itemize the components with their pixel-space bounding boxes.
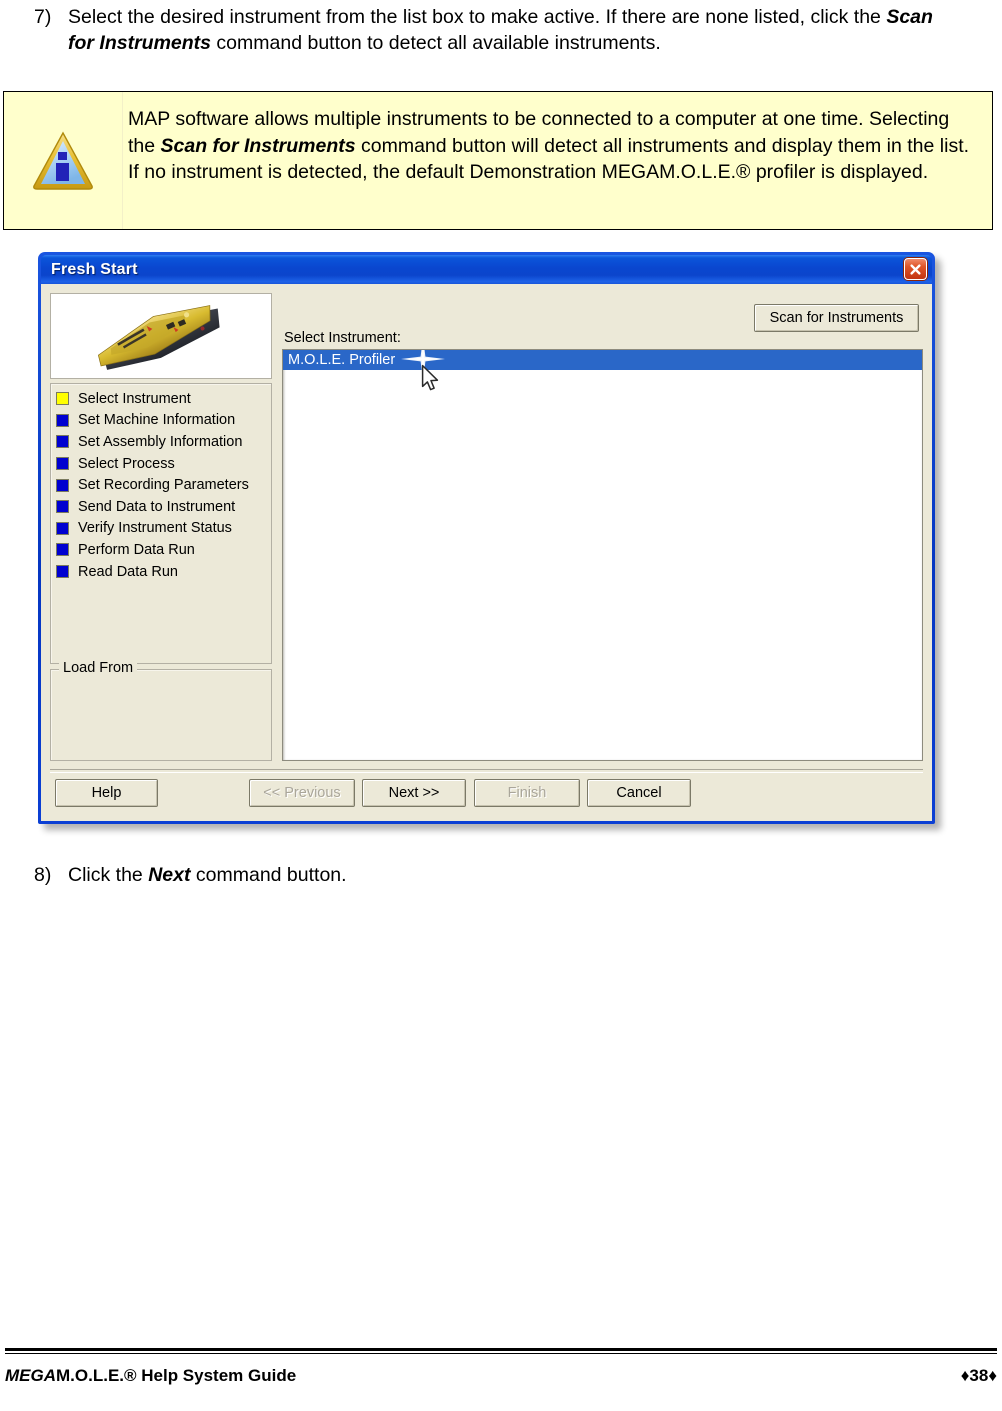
dialog-body: Select Instrument Set Machine Informatio… (41, 284, 932, 821)
dialog-button-bar: Help << Previous Next >> Finish Cancel (50, 773, 923, 813)
load-from-group: Load From (50, 660, 272, 761)
step-status-square (56, 435, 69, 449)
instrument-listbox[interactable]: M.O.L.E. Profiler (282, 349, 923, 761)
wizard-step-list[interactable]: Select Instrument Set Machine Informatio… (50, 383, 272, 664)
step-status-square (56, 521, 69, 535)
instrument-list-item[interactable]: M.O.L.E. Profiler (283, 350, 922, 370)
footer-title-italic: MEGA (5, 1366, 56, 1385)
wizard-step-item[interactable]: Perform Data Run (56, 539, 268, 561)
step-status-square (56, 392, 69, 406)
scan-row: Select Instrument: Scan for Instruments (282, 293, 923, 349)
step-7-text: Select the desired instrument from the l… (68, 4, 964, 56)
footer: MEGAM.O.L.E.® Help System Guide ♦38♦ (5, 1366, 997, 1386)
step-7-text-part1: Select the desired instrument from the l… (68, 6, 887, 28)
select-instrument-label: Select Instrument: (284, 330, 401, 346)
wizard-step-item[interactable]: Set Machine Information (56, 410, 268, 432)
wizard-step-item[interactable]: Verify Instrument Status (56, 518, 268, 540)
wizard-step-item[interactable]: Read Data Run (56, 561, 268, 583)
scan-for-instruments-button[interactable]: Scan for Instruments (754, 304, 919, 332)
document-page: 7) Select the desired instrument from th… (0, 0, 1002, 1411)
step-8-text-part1: Click the (68, 864, 149, 886)
dialog-main-area: Select Instrument Set Machine Informatio… (50, 293, 923, 761)
step-7-number: 7) (34, 6, 52, 28)
footer-title: MEGAM.O.L.E.® Help System Guide (5, 1366, 296, 1386)
note-icon-cell (4, 92, 123, 229)
step-status-square (56, 543, 69, 557)
footer-rule-thin (5, 1352, 997, 1354)
wizard-step-label: Set Assembly Information (78, 433, 243, 450)
wizard-step-label: Select Instrument (78, 390, 191, 407)
wizard-step-label: Set Recording Parameters (78, 477, 249, 494)
step-status-square (56, 413, 69, 427)
step-8-emphasis: Next (148, 864, 191, 886)
footer-page-number: ♦38♦ (960, 1366, 997, 1385)
step-7-text-part2: command button to detect all available i… (211, 32, 661, 54)
wizard-step-item[interactable]: Select Instrument (56, 388, 268, 410)
wizard-step-label: Verify Instrument Status (78, 520, 232, 537)
info-triangle-icon (32, 130, 94, 192)
dialog-title: Fresh Start (51, 260, 138, 278)
wizard-step-label: Send Data to Instrument (78, 498, 236, 515)
mole-profiler-device-image (88, 294, 234, 378)
close-icon[interactable] (904, 258, 927, 280)
wizard-step-item[interactable]: Select Process (56, 453, 268, 475)
wizard-step-item[interactable]: Set Assembly Information (56, 431, 268, 453)
wizard-left-panel: Select Instrument Set Machine Informatio… (50, 293, 272, 761)
previous-button: << Previous (249, 779, 355, 807)
footer-rule-thick (5, 1348, 997, 1351)
wizard-step-label: Select Process (78, 455, 175, 472)
dialog-titlebar: Fresh Start (41, 255, 932, 284)
help-button[interactable]: Help (55, 779, 158, 807)
wizard-step-item[interactable]: Send Data to Instrument (56, 496, 268, 518)
wizard-step-label: Perform Data Run (78, 541, 195, 558)
wizard-right-panel: Select Instrument: Scan for Instruments … (280, 293, 923, 761)
step-status-square (56, 478, 69, 492)
step-8-number: 8) (34, 864, 52, 886)
fresh-start-dialog: Fresh Start Select Instrument Set Machin… (38, 252, 935, 824)
cancel-button[interactable]: Cancel (587, 779, 691, 807)
step-status-square (56, 565, 69, 579)
note-emphasis: Scan for Instruments (160, 134, 356, 157)
step-status-square (56, 500, 69, 514)
note-text: MAP software allows multiple instruments… (123, 92, 992, 186)
wizard-step-label: Read Data Run (78, 563, 178, 580)
step-8-text: Click the Next command button. (68, 862, 634, 888)
step-status-square (56, 457, 69, 471)
wizard-step-label: Set Machine Information (78, 412, 236, 429)
wizard-step-item[interactable]: Set Recording Parameters (56, 474, 268, 496)
step-8: 8) Click the Next command button. (34, 862, 634, 888)
finish-button: Finish (474, 779, 580, 807)
step-7: 7) Select the desired instrument from th… (34, 4, 964, 56)
footer-divider (5, 1348, 997, 1354)
step-8-text-part2: command button. (190, 864, 347, 886)
load-from-legend: Load From (59, 660, 138, 676)
footer-title-rest: M.O.L.E.® Help System Guide (56, 1366, 297, 1385)
instrument-thumbnail-frame (50, 293, 272, 379)
note-callout: MAP software allows multiple instruments… (3, 91, 993, 230)
next-button[interactable]: Next >> (362, 779, 466, 807)
